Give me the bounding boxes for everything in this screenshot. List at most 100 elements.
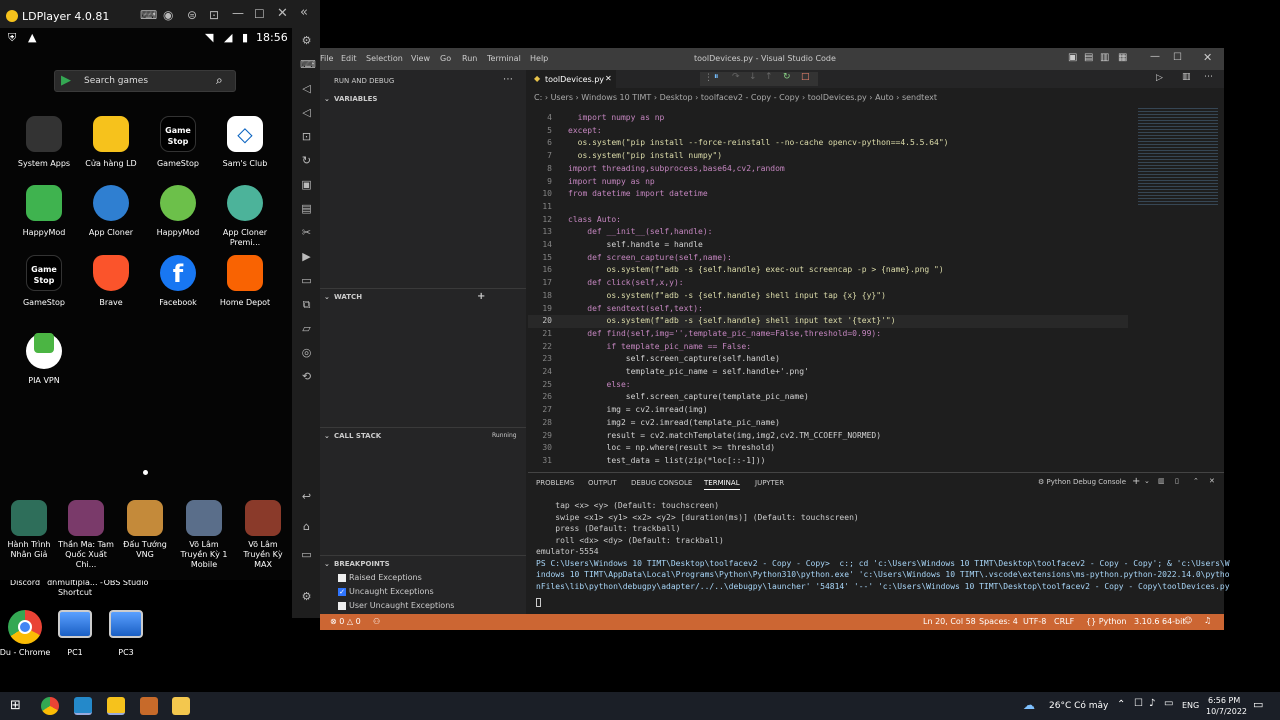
pause-icon[interactable]: ⏸ <box>714 72 719 82</box>
step-over-icon[interactable]: ↷ <box>732 72 740 82</box>
code-line[interactable]: 25 else: <box>528 379 1128 392</box>
tab-tooldevices[interactable]: ◆ toolDevices.py ✕ <box>528 70 616 88</box>
app-facebook[interactable]: f Facebook <box>144 255 212 308</box>
more-actions-icon[interactable]: ⋯ <box>503 74 513 85</box>
new-terminal-icon[interactable]: + <box>1132 476 1140 487</box>
sync-icon[interactable]: ⟲ <box>300 370 313 383</box>
code-line[interactable]: 6 os.system("pip install --force-reinsta… <box>528 137 1128 150</box>
code-line[interactable]: 30 loc = np.where(result >= threshold) <box>528 442 1128 455</box>
panel-tab-jupyter[interactable]: JUPYTER <box>755 479 784 487</box>
windows-start-icon[interactable]: ⊞ <box>10 698 21 713</box>
chevron-up-icon[interactable]: ⌃ <box>1117 699 1125 710</box>
app-happymod[interactable]: HappyMod <box>10 185 78 238</box>
volume-icon[interactable]: ♪ <box>1149 698 1155 709</box>
game-vo-lam-max[interactable]: Võ Lâm Truyền Kỳ MAX <box>234 500 292 570</box>
clock-time[interactable]: 6:56 PM <box>1208 696 1240 705</box>
code-line[interactable]: 21 def find(self,img='',template_pic_nam… <box>528 328 1128 341</box>
debug-status-icon[interactable]: ⚇ <box>373 617 380 626</box>
add-icon[interactable]: + <box>477 291 485 302</box>
code-line[interactable]: 19 def sendtext(self,text): <box>528 303 1128 316</box>
game-dau-tuong-vng[interactable]: Đấu Tướng VNG <box>116 500 174 560</box>
panel-tab-problems[interactable]: PROBLEMS <box>536 479 574 487</box>
collapse-sidebar-icon[interactable]: « <box>300 5 308 20</box>
minimize-icon[interactable]: — <box>1150 51 1160 62</box>
game-than-ma[interactable]: Thần Ma: Tam Quốc Xuất Chi... <box>57 500 115 570</box>
checkbox[interactable] <box>338 573 346 582</box>
encoding[interactable]: UTF-8 <box>1023 617 1046 626</box>
clock-date[interactable]: 10/7/2022 <box>1206 707 1247 716</box>
location-icon[interactable]: ◎ <box>300 346 313 359</box>
volume-down-icon[interactable]: ◁ <box>300 106 313 119</box>
maximize-icon[interactable]: ☐ <box>1173 52 1182 63</box>
code-line[interactable]: 14 self.handle = handle <box>528 239 1128 252</box>
code-line[interactable]: 22 if template_pic_name == False: <box>528 341 1128 354</box>
recent-apps-icon[interactable]: ▭ <box>300 548 313 561</box>
app-taskbar-icon[interactable] <box>140 697 158 715</box>
android-screen[interactable]: ⛨ ▲ ◥ ◢ ▮ 18:56 ▶ Search games ⌕ System … <box>0 28 292 580</box>
app-app-cloner[interactable]: App Cloner <box>77 185 145 238</box>
code-line[interactable]: 31 test_data = list(zip(*loc[::-1])) <box>528 455 1128 468</box>
code-line[interactable]: 10 from datetime import datetime <box>528 188 1128 201</box>
ldplayer-taskbar-icon[interactable] <box>107 697 125 715</box>
app-app-cloner-premium[interactable]: App Cloner Premi... <box>211 185 279 248</box>
code-line[interactable]: 18 os.system(f"adb -s {self.handle} shel… <box>528 290 1128 303</box>
panel-tab-output[interactable]: OUTPUT <box>588 479 617 487</box>
volume-up-icon[interactable]: ◁ <box>300 82 313 95</box>
code-line[interactable]: 15 def screen_capture(self,name): <box>528 252 1128 265</box>
interpreter[interactable]: 3.10.6 64-bit <box>1134 617 1186 626</box>
app-home-depot[interactable]: Home Depot <box>211 255 279 308</box>
menu-terminal[interactable]: Terminal <box>487 54 521 63</box>
notification-icon[interactable]: ▭ <box>1253 698 1263 711</box>
battery-icon[interactable]: ▭ <box>1164 698 1173 709</box>
code-line[interactable]: 5 except: <box>528 125 1128 138</box>
menu-run[interactable]: Run <box>462 54 477 63</box>
checkbox-checked[interactable]: ✓ <box>338 587 346 596</box>
operation-record-icon[interactable]: ▭ <box>300 274 313 287</box>
eol[interactable]: CRLF <box>1054 617 1074 626</box>
menu-selection[interactable]: Selection <box>366 54 403 63</box>
panel-tab-debug-console[interactable]: DEBUG CONSOLE <box>631 479 692 487</box>
restart-icon[interactable]: ↻ <box>783 72 791 82</box>
folder-icon[interactable]: ▱ <box>300 322 313 335</box>
menu-view[interactable]: View <box>411 54 430 63</box>
code-line[interactable]: 17 def click(self,x,y): <box>528 277 1128 290</box>
app-happymod-2[interactable]: HappyMod <box>144 185 212 238</box>
run-icon[interactable]: ▷ <box>1156 73 1163 83</box>
game-vo-lam-1-mobile[interactable]: Võ Lâm Truyền Kỳ 1 Mobile <box>175 500 233 570</box>
code-line[interactable]: 12 class Auto: <box>528 214 1128 227</box>
file-explorer-icon[interactable] <box>172 697 190 715</box>
app-sams-club[interactable]: ◇ Sam's Club <box>211 116 279 169</box>
more-actions-icon[interactable]: ⋯ <box>1204 72 1213 82</box>
minimap[interactable] <box>1138 106 1218 206</box>
app-system-apps[interactable]: System Apps <box>10 116 78 169</box>
code-line[interactable]: 24 template_pic_name = self.handle+'.png… <box>528 366 1128 379</box>
code-line[interactable]: 9 import numpy as np <box>528 176 1128 189</box>
code-line[interactable]: 28 img2 = cv2.imread(template_pic_name) <box>528 417 1128 430</box>
menu-file[interactable]: File <box>320 54 333 63</box>
code-line[interactable]: 7 os.system("pip install numpy") <box>528 150 1128 163</box>
fullscreen-icon[interactable]: ⊡ <box>209 8 219 22</box>
search-games-bar[interactable]: ▶ Search games ⌕ <box>54 70 236 92</box>
app-gamestop-2[interactable]: Game Stop GameStop <box>10 255 78 308</box>
split-editor-icon[interactable]: ▥ <box>1182 72 1191 82</box>
bell-icon[interactable]: ♫ <box>1204 616 1211 625</box>
keyboard-icon[interactable]: ⌨ <box>300 58 316 71</box>
breakpoint-raised[interactable]: Raised Exceptions <box>338 573 422 582</box>
apk-icon[interactable]: ▤ <box>300 202 313 215</box>
home-icon[interactable]: ⌂ <box>300 520 313 533</box>
menu-help[interactable]: Help <box>530 54 548 63</box>
gear-icon[interactable]: ⚙ <box>300 590 313 603</box>
breakpoint-user-uncaught[interactable]: User Uncaught Exceptions <box>338 601 454 610</box>
code-line[interactable]: 8 import threading,subprocess,base64,cv2,… <box>528 163 1128 176</box>
stop-icon[interactable]: □ <box>801 72 810 82</box>
settings-icon[interactable]: ⚙ <box>300 34 313 47</box>
gamepad-icon[interactable]: ⌨ <box>140 8 157 22</box>
code-line[interactable]: 26 self.screen_capture(template_pic_name… <box>528 391 1128 404</box>
chevron-down-icon[interactable]: ⌄ <box>1144 477 1150 485</box>
screenshot-icon[interactable]: ▣ <box>300 178 313 191</box>
breakpoint-uncaught[interactable]: ✓ Uncaught Exceptions <box>338 587 434 596</box>
back-icon[interactable]: ↩ <box>300 490 313 503</box>
layout-icon[interactable]: ▤ <box>1084 52 1093 63</box>
layout-icon[interactable]: ▥ <box>1100 52 1109 63</box>
record-icon[interactable]: ▶ <box>300 250 313 263</box>
